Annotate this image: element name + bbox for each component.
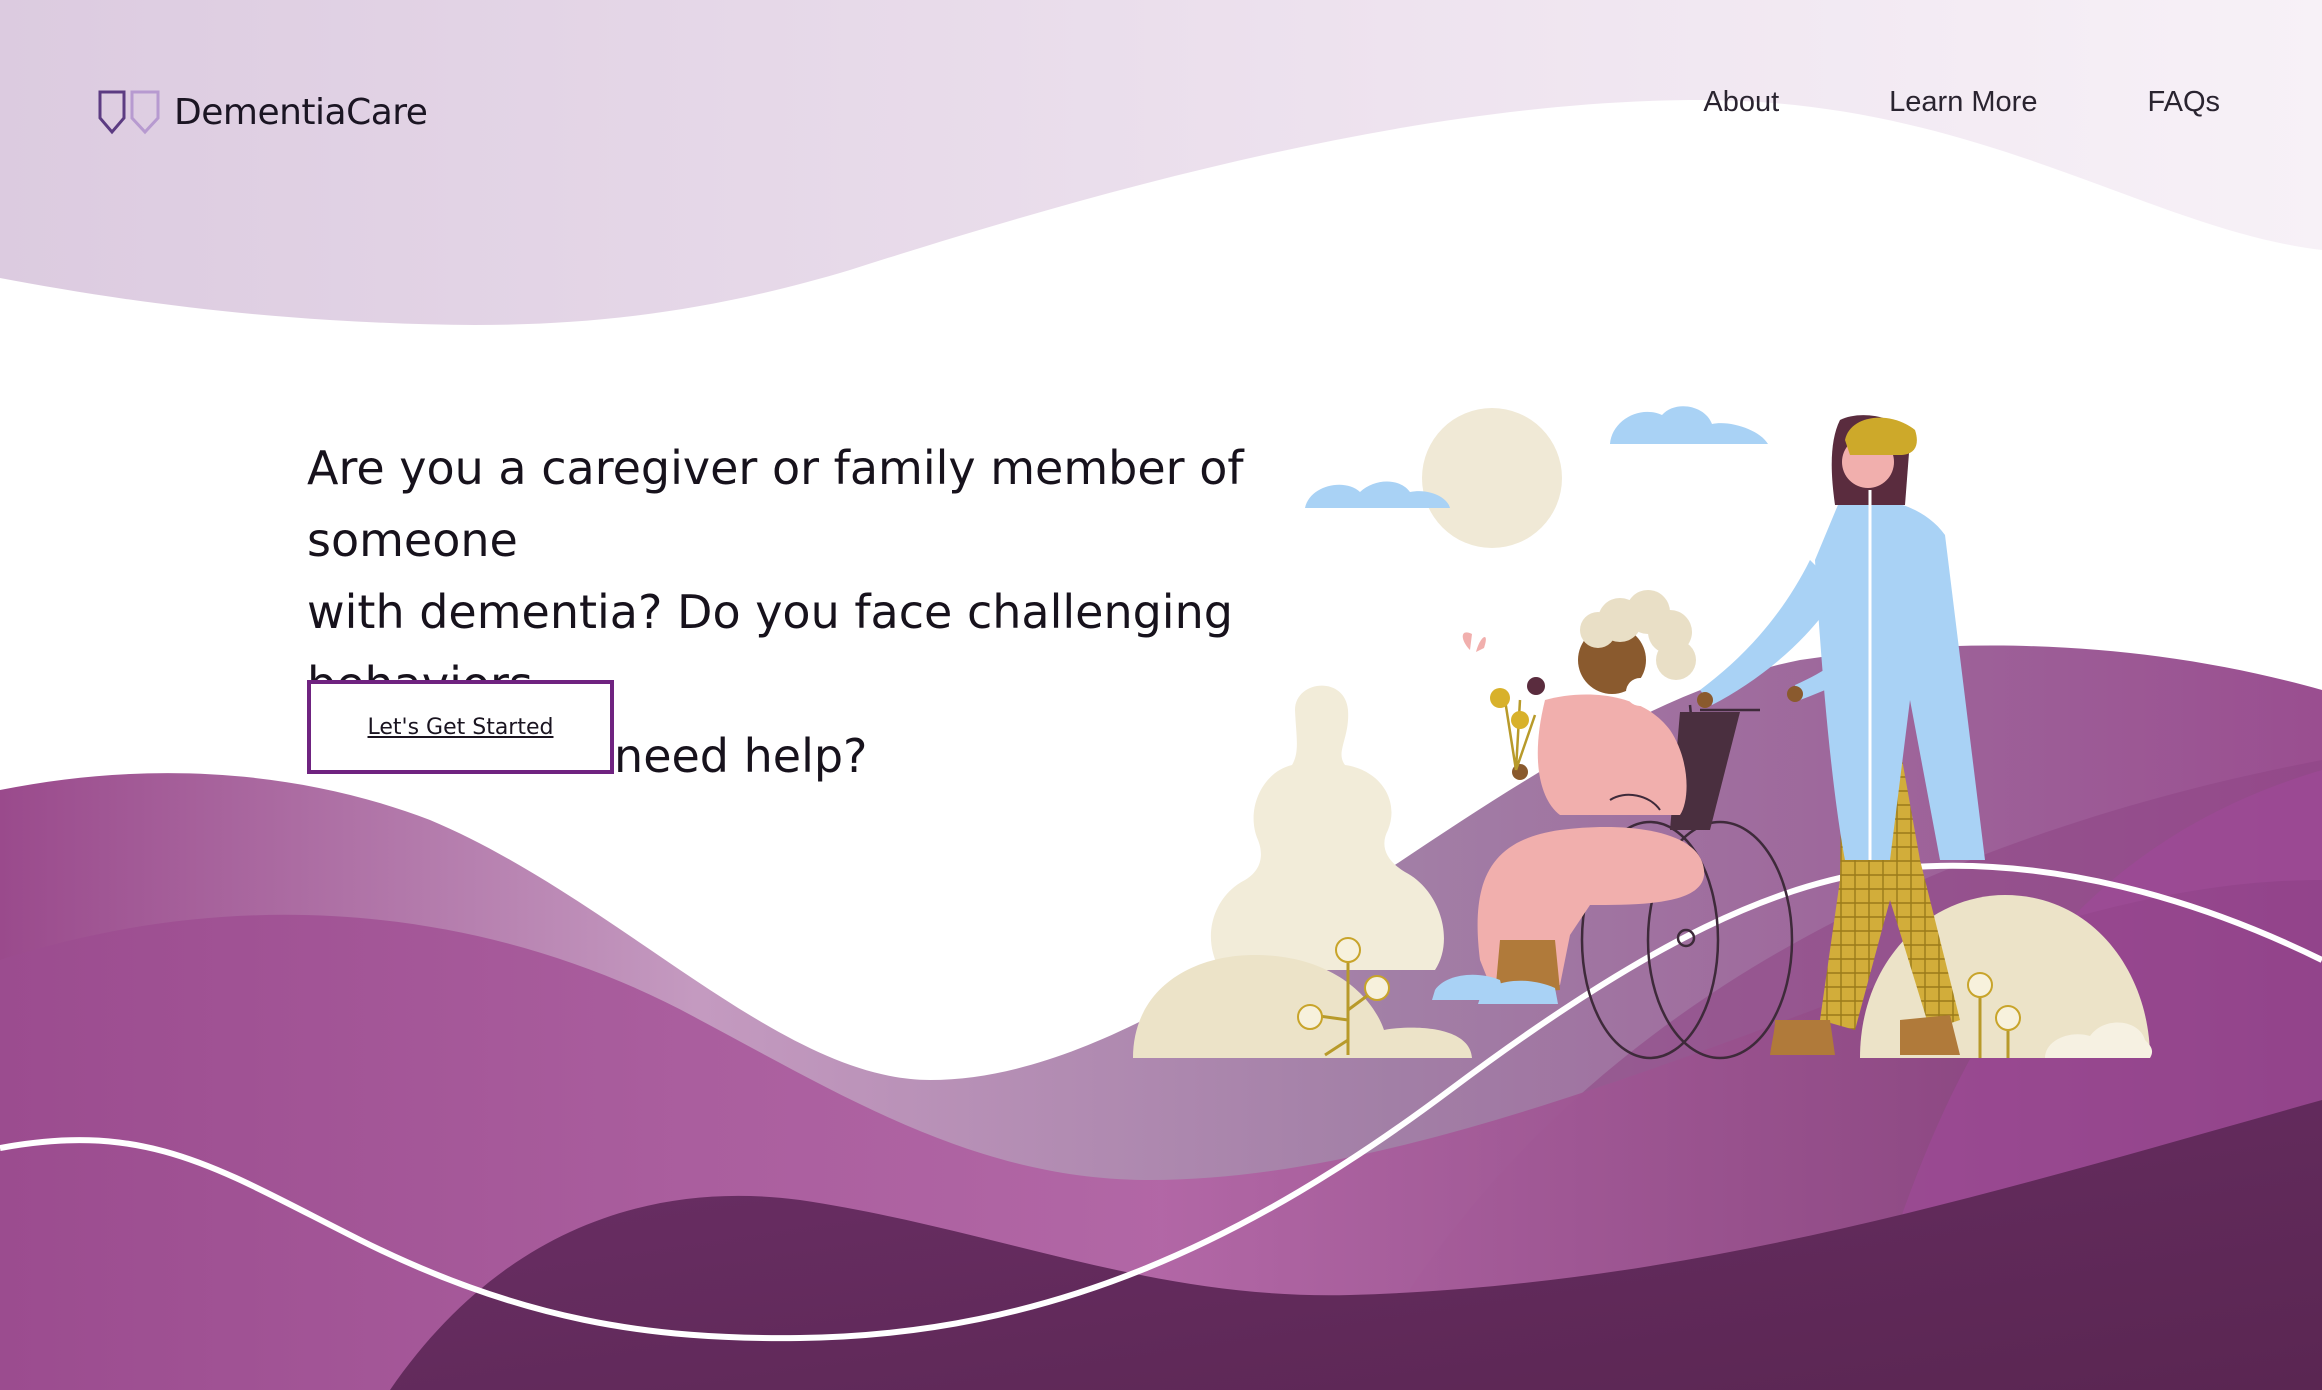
brand-logo-link[interactable]: DementiaCare (98, 88, 428, 136)
double-shield-outline-icon (98, 90, 160, 135)
cloud-right (1610, 406, 1768, 444)
nav-about-link[interactable]: About (1703, 86, 1779, 119)
brand-name: DementiaCare (174, 91, 428, 133)
primary-nav: About Learn More FAQs (1593, 86, 2220, 119)
flower-bouquet (1490, 677, 1545, 771)
nav-learn-more-link[interactable]: Learn More (1889, 86, 2037, 119)
nav-faqs-link[interactable]: FAQs (2147, 86, 2220, 119)
site-header: DementiaCare About Learn More FAQs (0, 0, 2322, 220)
hero-heading-line-1: Are you a caregiver or family member of … (307, 441, 1244, 567)
get-started-button[interactable]: Let's Get Started (307, 680, 614, 774)
